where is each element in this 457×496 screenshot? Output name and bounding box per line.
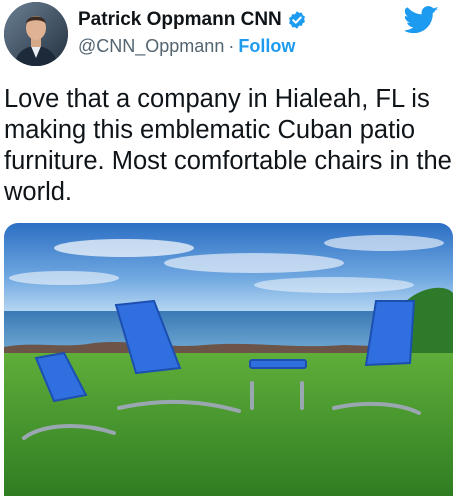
follow-button[interactable]: Follow [238, 36, 295, 56]
tweet-media-photo[interactable] [4, 223, 453, 496]
verified-badge-icon [287, 10, 307, 30]
photo-chairs-on-lawn-image [4, 223, 453, 496]
author-name-row: Patrick Oppmann CNN [78, 9, 307, 31]
twitter-bird-icon[interactable] [403, 6, 439, 34]
author-name[interactable]: Patrick Oppmann CNN [78, 9, 282, 31]
avatar[interactable] [4, 2, 68, 66]
separator-dot: · [228, 36, 235, 56]
tweet-text: Love that a company in Hialeah, FL is ma… [4, 85, 452, 206]
avatar-photo [4, 2, 68, 66]
handle-row: @CNN_Oppmann · Follow [78, 36, 295, 57]
author-handle[interactable]: @CNN_Oppmann [78, 36, 224, 56]
